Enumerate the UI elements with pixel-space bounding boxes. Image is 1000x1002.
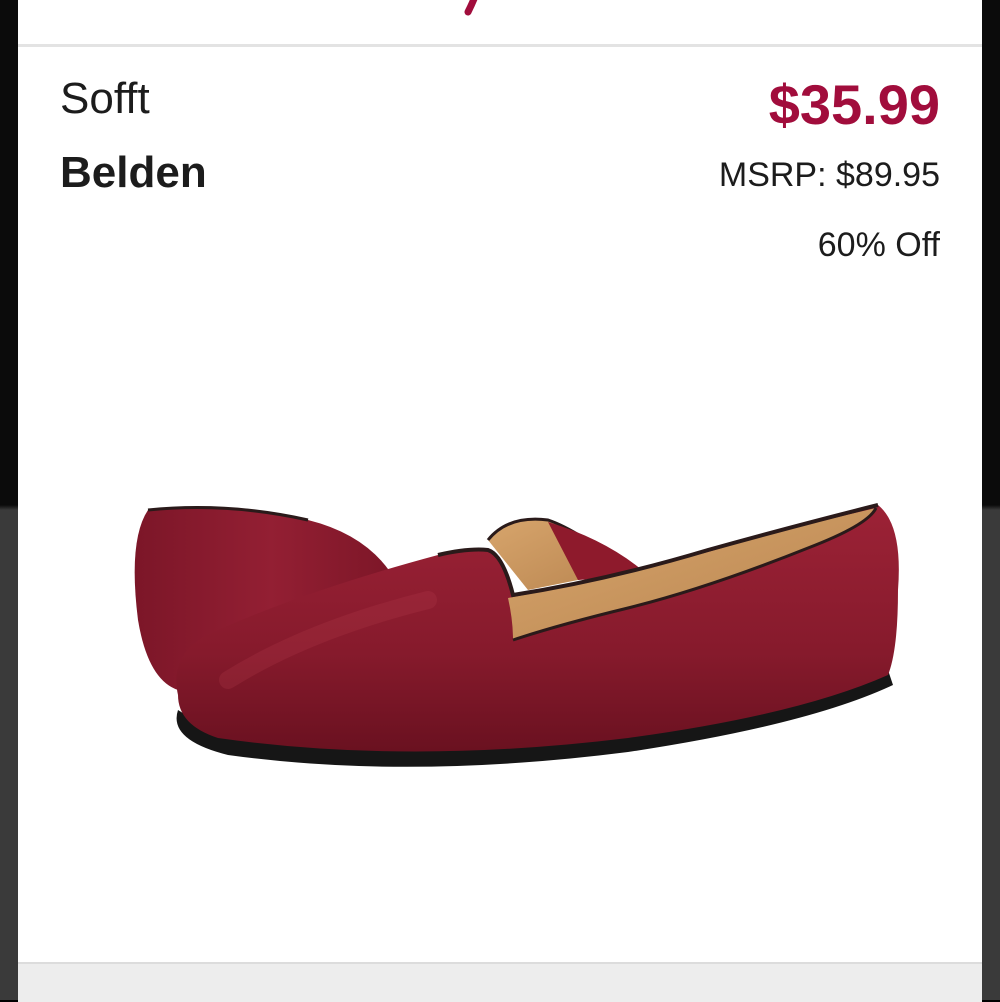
device-frame: Sofft Belden $35.99 MSRP: $89.95 60% Off — [0, 0, 1000, 1002]
product-msrp: MSRP: $89.95 — [718, 156, 940, 194]
product-discount: 60% Off — [817, 226, 940, 264]
bottom-bar — [18, 962, 982, 1002]
product-name: Belden — [60, 148, 207, 197]
shoe-product-image[interactable] — [108, 480, 908, 800]
product-price: $35.99 — [768, 73, 940, 136]
header-strip — [18, 0, 982, 47]
logo-icon — [464, 0, 478, 16]
product-card: Sofft Belden $35.99 MSRP: $89.95 60% Off — [18, 0, 982, 962]
product-brand: Sofft — [60, 74, 150, 123]
